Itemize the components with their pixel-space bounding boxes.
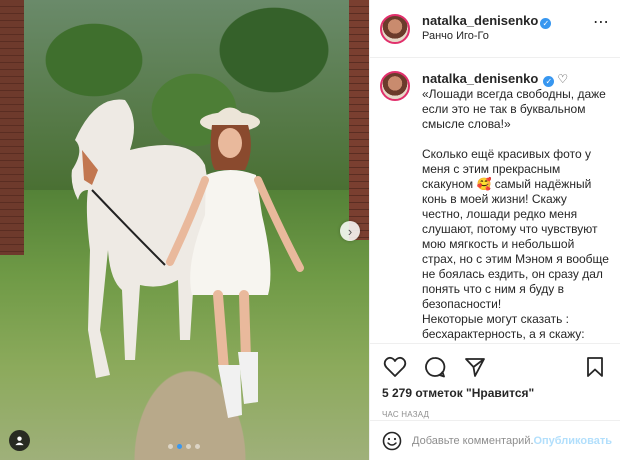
next-photo-button[interactable]: › [340,221,360,241]
location-link[interactable]: Ранчо Иго-Го [422,29,551,44]
avatar[interactable] [380,13,410,44]
caption-area: natalka_denisenko ✓ ♡ «Лошади всегда свобо… [370,58,620,343]
caption-verified-badge-icon: ✓ [543,76,555,87]
carousel-dot [195,444,200,449]
caption-text: Сколько ещё красивых фото у меня с этим … [422,147,609,343]
tagged-users-button[interactable] [9,430,30,451]
caption-first-paragraph: natalka_denisenko ✓ ♡ «Лошади всегда свобо… [422,71,610,132]
caption-row: natalka_denisenko ✓ ♡ «Лошади всегда свобо… [380,71,610,343]
user-tag-icon [15,436,24,446]
carousel-dot [168,444,173,449]
publish-button[interactable]: Опубликовать [533,435,612,447]
likes-count[interactable]: 5 279 отметок "Нравится" [382,386,608,400]
comment-button[interactable] [422,355,448,379]
caption-username-link[interactable]: natalka_denisenko [422,71,538,86]
white-horse [71,99,209,378]
chevron-right-icon: › [347,223,353,239]
post-actions: 5 279 отметок "Нравится" ЧАС НАЗАД [370,343,620,419]
bookmark-icon [587,357,603,377]
action-icons-row [382,354,608,380]
carousel-dot [186,444,191,449]
share-icon [465,358,485,377]
caption-quote: «Лошади всегда свободны, даже если это н… [422,87,610,131]
emoji-icon[interactable] [382,431,402,451]
heart-icon [383,356,407,377]
caption-avatar[interactable] [380,71,410,101]
comment-input[interactable] [412,434,534,447]
carousel-dot [177,444,182,449]
photo-scene [71,99,304,418]
caption-like-heart-icon[interactable]: ♡ [557,72,568,87]
post-header-text: natalka_denisenko ✓ Ранчо Иго-Го [422,13,552,44]
post-photo[interactable]: › [0,0,369,460]
share-button[interactable] [462,355,488,379]
comment-icon [425,357,446,378]
save-button[interactable] [582,355,608,379]
like-button[interactable] [382,355,408,379]
more-options-icon[interactable]: ⋯ [593,12,610,32]
caption-body: natalka_denisenko ✓ ♡ «Лошади всегда свобо… [422,71,610,343]
comment-bar: Опубликовать [370,420,620,460]
post-timestamp[interactable]: ЧАС НАЗАД [382,410,608,419]
post-side-panel: natalka_denisenko ✓ Ранчо Иго-Го ⋯ natalk… [369,0,620,460]
carousel-indicator [168,444,200,449]
post-header: natalka_denisenko ✓ Ранчо Иго-Го ⋯ [370,0,620,58]
verified-badge-icon: ✓ [540,18,552,29]
username-link[interactable]: natalka_denisenko [422,13,538,28]
